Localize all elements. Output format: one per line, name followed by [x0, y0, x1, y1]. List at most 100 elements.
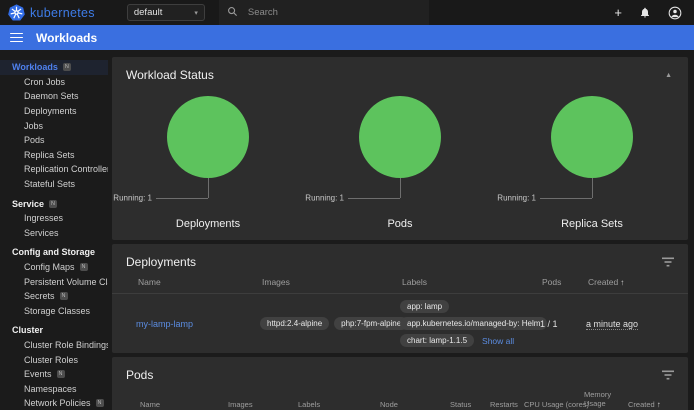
- sidebar-item-deployments[interactable]: Deployments: [0, 104, 108, 119]
- sidebar-item-cron-jobs[interactable]: Cron Jobs: [0, 75, 108, 90]
- sidebar-label: Storage Classes: [24, 306, 90, 316]
- sidebar-label: Service: [12, 199, 44, 209]
- column-restarts[interactable]: Restarts: [488, 394, 522, 410]
- image-chip: php:7-fpm-alpine: [334, 317, 408, 330]
- sidebar-label: Persistent Volume Claims: [24, 277, 108, 287]
- sidebar-section-config-and-storage: Config and Storage: [0, 245, 108, 260]
- top-bar: kubernetes default ▾ +: [0, 0, 694, 25]
- column-node[interactable]: Node: [378, 394, 448, 410]
- label-chip: app.kubernetes.io/managed-by: Helm: [400, 317, 547, 330]
- replica-sets-pie-chart: Running: 1: [496, 88, 688, 218]
- collapse-card-icon[interactable]: ▲: [663, 70, 674, 81]
- sort-asc-icon: ↑: [657, 400, 661, 409]
- create-resource-button[interactable]: +: [614, 6, 622, 19]
- created-relative-time[interactable]: a minute ago: [586, 319, 638, 330]
- sidebar-item-jobs[interactable]: Jobs: [0, 118, 108, 133]
- pie-legend: Running: 1: [497, 194, 536, 203]
- sidebar-label: Namespaces: [24, 384, 77, 394]
- sidebar-label: Secrets: [24, 291, 55, 301]
- sidebar-item-daemon-sets[interactable]: Daemon Sets: [0, 89, 108, 104]
- sidebar-label: Replica Sets: [24, 150, 75, 160]
- column-created[interactable]: Created↑: [626, 394, 680, 410]
- pods-table-header: Name Images Labels Node Status Restarts …: [112, 384, 688, 410]
- deployment-name-link[interactable]: my-lamp-lamp: [136, 319, 193, 329]
- sidebar-item-persistent-volume-claims[interactable]: Persistent Volume Claims N: [0, 274, 108, 289]
- search-input[interactable]: [248, 7, 398, 18]
- namespaced-badge-icon: N: [63, 63, 71, 71]
- deployments-pie[interactable]: [167, 96, 249, 178]
- deployments-pie-chart: Running: 1: [112, 88, 304, 218]
- user-profile-icon[interactable]: [668, 6, 682, 20]
- sidebar-label: Deployments: [24, 106, 77, 116]
- sidebar-section-cluster: Cluster: [0, 323, 108, 338]
- column-status[interactable]: Status: [448, 394, 488, 410]
- sidebar-item-config-maps[interactable]: Config Maps N: [0, 260, 108, 275]
- sort-asc-icon: ↑: [620, 278, 624, 287]
- sidebar-label: Config and Storage: [12, 247, 95, 257]
- pods-card: Pods Name Images Labels Node Status Rest…: [112, 357, 688, 410]
- sidebar-label: Services: [24, 228, 59, 238]
- sidebar-item-cluster-roles[interactable]: Cluster Roles: [0, 352, 108, 367]
- page-title: Workloads: [36, 31, 97, 45]
- leader-line: [348, 198, 400, 199]
- sidebar-item-workloads[interactable]: Workloads N: [0, 60, 108, 75]
- column-memory-usage[interactable]: Memory Usage (bytes): [582, 384, 626, 410]
- sidebar-item-stateful-sets[interactable]: Stateful Sets: [0, 177, 108, 192]
- topbar-actions: +: [614, 6, 682, 20]
- column-images[interactable]: Images: [226, 394, 296, 410]
- sidebar-item-network-policies[interactable]: Network Policies N: [0, 396, 108, 410]
- sidebar-item-events[interactable]: Events N: [0, 367, 108, 382]
- leader-line: [208, 178, 209, 198]
- filter-icon[interactable]: [662, 370, 674, 380]
- sidebar-label: Cluster Role Bindings: [24, 340, 108, 350]
- column-created[interactable]: Created↑: [586, 271, 680, 293]
- label-chip: chart: lamp-1.1.5: [400, 334, 474, 347]
- search-box: [219, 0, 429, 25]
- column-pods[interactable]: Pods: [540, 271, 586, 293]
- search-icon: [227, 6, 238, 20]
- sidebar-label: Workloads: [12, 62, 58, 72]
- sidebar-section-service[interactable]: Service N: [0, 196, 108, 211]
- pods-pie[interactable]: [359, 96, 441, 178]
- column-cpu-usage[interactable]: CPU Usage (cores): [522, 394, 582, 410]
- column-images[interactable]: Images: [260, 271, 400, 293]
- sidebar-label: Config Maps: [24, 262, 75, 272]
- sidebar-item-storage-classes[interactable]: Storage Classes: [0, 304, 108, 319]
- sidebar-label: Ingresses: [24, 213, 63, 223]
- workload-status-title: Workload Status: [126, 68, 214, 82]
- filter-icon[interactable]: [662, 257, 674, 267]
- action-bar: Workloads: [0, 25, 694, 50]
- notifications-bell-icon[interactable]: [639, 6, 651, 19]
- sidebar-label: Cluster: [12, 325, 43, 335]
- sidebar-item-cluster-role-bindings[interactable]: Cluster Role Bindings: [0, 338, 108, 353]
- sidebar-item-pods[interactable]: Pods: [0, 133, 108, 148]
- show-all-labels-link[interactable]: Show all: [482, 336, 514, 346]
- column-labels[interactable]: Labels: [296, 394, 378, 410]
- pie-legend: Running: 1: [113, 194, 152, 203]
- sidebar-item-replication-controllers[interactable]: Replication Controllers: [0, 162, 108, 177]
- sidebar-item-namespaces[interactable]: Namespaces: [0, 381, 108, 396]
- namespace-selector[interactable]: default ▾: [127, 4, 205, 21]
- deployments-card: Deployments Name Images Labels Pods Crea…: [112, 244, 688, 353]
- column-labels[interactable]: Labels: [400, 271, 540, 293]
- sidebar-label: Jobs: [24, 121, 43, 131]
- sidebar-label: Daemon Sets: [24, 91, 79, 101]
- label-chip: app: lamp: [400, 300, 449, 313]
- sidebar-item-replica-sets[interactable]: Replica Sets: [0, 148, 108, 163]
- deployment-table-row[interactable]: my-lamp-lamp httpd:2.4-alpine php:7-fpm-…: [112, 294, 688, 353]
- replica-sets-pie[interactable]: [551, 96, 633, 178]
- sidebar-item-secrets[interactable]: Secrets N: [0, 289, 108, 304]
- hamburger-menu-icon[interactable]: [10, 33, 23, 43]
- sidebar-item-services[interactable]: Services: [0, 226, 108, 241]
- sidebar-item-ingresses[interactable]: Ingresses: [0, 211, 108, 226]
- namespaced-badge-icon: N: [60, 292, 68, 300]
- brand-text: kubernetes: [30, 6, 95, 20]
- sidebar-label: Replication Controllers: [24, 164, 108, 174]
- leader-line: [156, 198, 208, 199]
- column-name[interactable]: Name: [136, 271, 260, 293]
- workload-status-charts: Running: 1 Running: 1 Running: 1: [112, 86, 688, 218]
- namespaced-badge-icon: N: [80, 263, 88, 271]
- sidebar-label: Stateful Sets: [24, 179, 75, 189]
- kubernetes-logo[interactable]: kubernetes: [8, 4, 95, 21]
- column-name[interactable]: Name: [138, 394, 226, 410]
